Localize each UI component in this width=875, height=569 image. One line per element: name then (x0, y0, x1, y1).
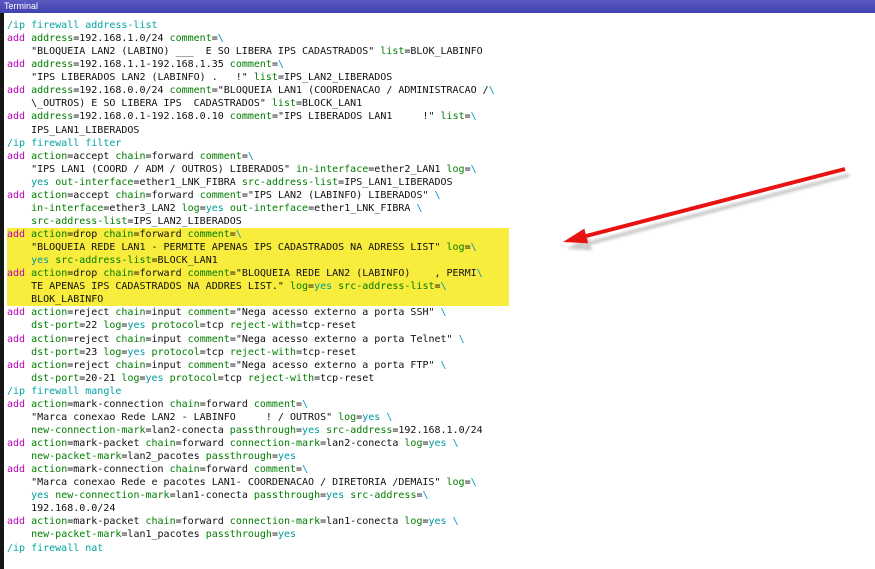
terminal-line: /ip firewall mangle (7, 385, 122, 397)
terminal-line: add action=mark-packet chain=forward con… (7, 438, 459, 449)
terminal-line: new-packet-mark=lan2_pacotes passthrough… (31, 451, 297, 463)
terminal-line: /ip firewall address-list (7, 20, 158, 31)
terminal-line: "Marca conexao Rede e pacotes LAN1- COOR… (7, 477, 477, 489)
terminal-line: new-connection-mark=lan2-conecta passthr… (31, 424, 483, 436)
terminal-line: add action=mark-packet chain=forward con… (7, 516, 459, 528)
terminal-line: dst-port=20-21 log=yes protocol=tcp reje… (31, 372, 375, 384)
terminal-line-highlighted: TE APENAS IPS CADASTRADOS NA ADDRES LIST… (7, 280, 875, 294)
terminal-line-highlighted: "BLOQUEIA REDE LAN1 - PERMITE APENAS IPS… (7, 241, 875, 255)
terminal-line: add action=reject chain=input comment="N… (7, 307, 447, 319)
terminal-line: add address=192.168.0.1-192.168.0.10 com… (7, 111, 477, 123)
terminal-line-highlighted: yes src-address-list=BLOCK_LAN1 (7, 254, 875, 268)
terminal-line: /ip firewall nat (7, 542, 104, 554)
terminal-line: dst-port=22 log=yes protocol=tcp reject-… (31, 320, 357, 332)
terminal-line: yes new-connection-mark=lan1-conecta pas… (31, 490, 429, 502)
terminal-line: /ip firewall filter (7, 137, 122, 149)
terminal-window: Terminal /ip firewall address-list add ad… (0, 0, 875, 569)
terminal-line: in-interface=ether3_LAN2 log=yes out-int… (31, 202, 423, 214)
window-title: Terminal (4, 1, 39, 11)
terminal-line: add address=192.168.0.0/24 comment="BLOQ… (7, 85, 495, 97)
terminal-line: yes out-interface=ether1_LNK_FIBRA src-a… (31, 176, 453, 188)
terminal-line-highlighted: BLOK_LABINFO (7, 293, 875, 307)
terminal-line: add address=192.168.1.0/24 comment=\ (7, 33, 224, 45)
terminal-line: "BLOQUEIA LAN2 (LABINO) ___ E SO LIBERA … (7, 46, 483, 58)
terminal-line: src-address-list=IPS_LAN2_LIBERADOS (31, 215, 242, 227)
terminal-line: dst-port=23 log=yes protocol=tcp reject-… (31, 346, 357, 358)
terminal-line: add action=mark-connection chain=forward… (7, 398, 309, 410)
terminal-output[interactable]: /ip firewall address-list add address=192… (4, 13, 875, 569)
terminal-line: \_OUTROS) E SO LIBERA IPS CADASTRADOS" l… (7, 98, 363, 110)
terminal-line: add action=reject chain=input comment="N… (7, 359, 447, 371)
terminal-line: IPS_LAN1_LIBERADOS (7, 124, 140, 136)
terminal-line-highlighted: add action=drop chain=forward comment=\ (7, 228, 875, 242)
terminal-line: add action=accept chain=forward comment=… (7, 189, 441, 201)
terminal-line: add action=reject chain=input comment="N… (7, 333, 465, 345)
terminal-line: add action=mark-connection chain=forward… (7, 464, 309, 476)
terminal-line: "IPS LAN1 (COORD / ADM / OUTROS) LIBERAD… (7, 163, 477, 175)
terminal-line: add address=192.168.1.1-192.168.1.35 com… (7, 59, 285, 71)
terminal-line: "Marca conexao Rede LAN2 - LABINFO ! / O… (7, 411, 393, 423)
terminal-line: add action=accept chain=forward comment=… (7, 150, 254, 162)
terminal-title-bar[interactable]: Terminal (0, 0, 875, 13)
terminal-line: 192.168.0.0/24 (7, 503, 116, 515)
terminal-line: new-packet-mark=lan1_pacotes passthrough… (31, 529, 297, 541)
terminal-line: "IPS LIBERADOS LAN2 (LABINFO) . !" list=… (7, 72, 393, 84)
terminal-line-highlighted: add action=drop chain=forward comment="B… (7, 267, 875, 281)
